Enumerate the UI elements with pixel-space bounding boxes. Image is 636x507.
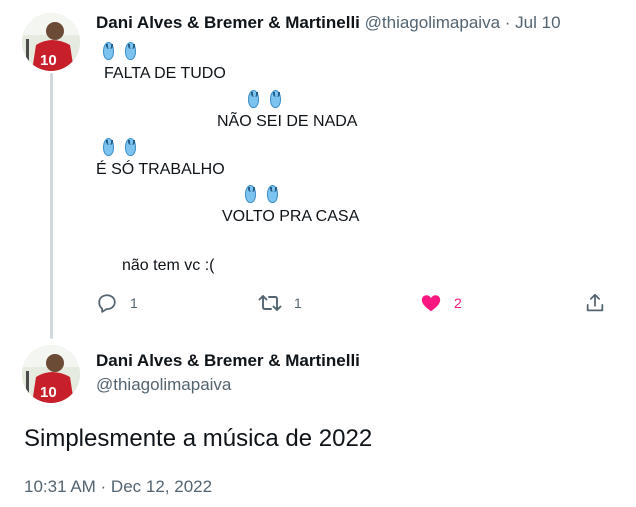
like-count: 2 [454, 295, 462, 311]
author-name[interactable]: Dani Alves & Bremer & Martinelli [96, 351, 360, 371]
reply-icon [98, 294, 116, 313]
flip-flop-icon [246, 89, 281, 108]
author-name[interactable]: Dani Alves & Bremer & Martinelli [96, 13, 360, 32]
tweet-date[interactable]: Jul 10 [515, 13, 560, 32]
tweet-timestamp[interactable]: 10:31 AM · Dec 12, 2022 [24, 477, 212, 497]
tweet-actions: 1 1 2 [96, 292, 616, 318]
like-button[interactable]: 2 [420, 292, 462, 314]
tweet-text-line: NÃO SEI DE NADA [217, 113, 358, 130]
share-button[interactable] [584, 292, 606, 314]
tweet-header: Dani Alves & Bremer & Martinelli @thiago… [96, 13, 561, 33]
reply-count: 1 [130, 295, 138, 311]
reply-button[interactable]: 1 [96, 292, 138, 314]
retweet-count: 1 [294, 295, 302, 311]
tweet-text-line: FALTA DE TUDO [104, 65, 226, 82]
tweet-text-line: não tem vc :( [122, 257, 215, 274]
tweet-text-line: É SÓ TRABALHO [96, 161, 225, 178]
retweet-icon [258, 295, 282, 311]
separator-dot: · [504, 13, 511, 32]
thread-connector-line [50, 73, 53, 339]
flip-flop-icon [243, 184, 278, 203]
flip-flop-icon [101, 41, 136, 60]
share-icon [586, 293, 604, 312]
author-handle[interactable]: @thiagolimapaiva [365, 13, 500, 32]
author-handle[interactable]: @thiagolimapaiva [96, 375, 231, 395]
svg-text:10: 10 [40, 384, 57, 401]
tweet-text-line: VOLTO PRA CASA [222, 208, 360, 225]
svg-text:10: 10 [40, 52, 57, 69]
avatar[interactable]: 10 [22, 345, 80, 403]
tweet-text: Simplesmente a música de 2022 [24, 425, 373, 452]
flip-flop-icon [101, 137, 136, 156]
like-icon [421, 295, 441, 312]
avatar[interactable]: 10 [22, 13, 80, 71]
retweet-button[interactable]: 1 [258, 292, 302, 314]
